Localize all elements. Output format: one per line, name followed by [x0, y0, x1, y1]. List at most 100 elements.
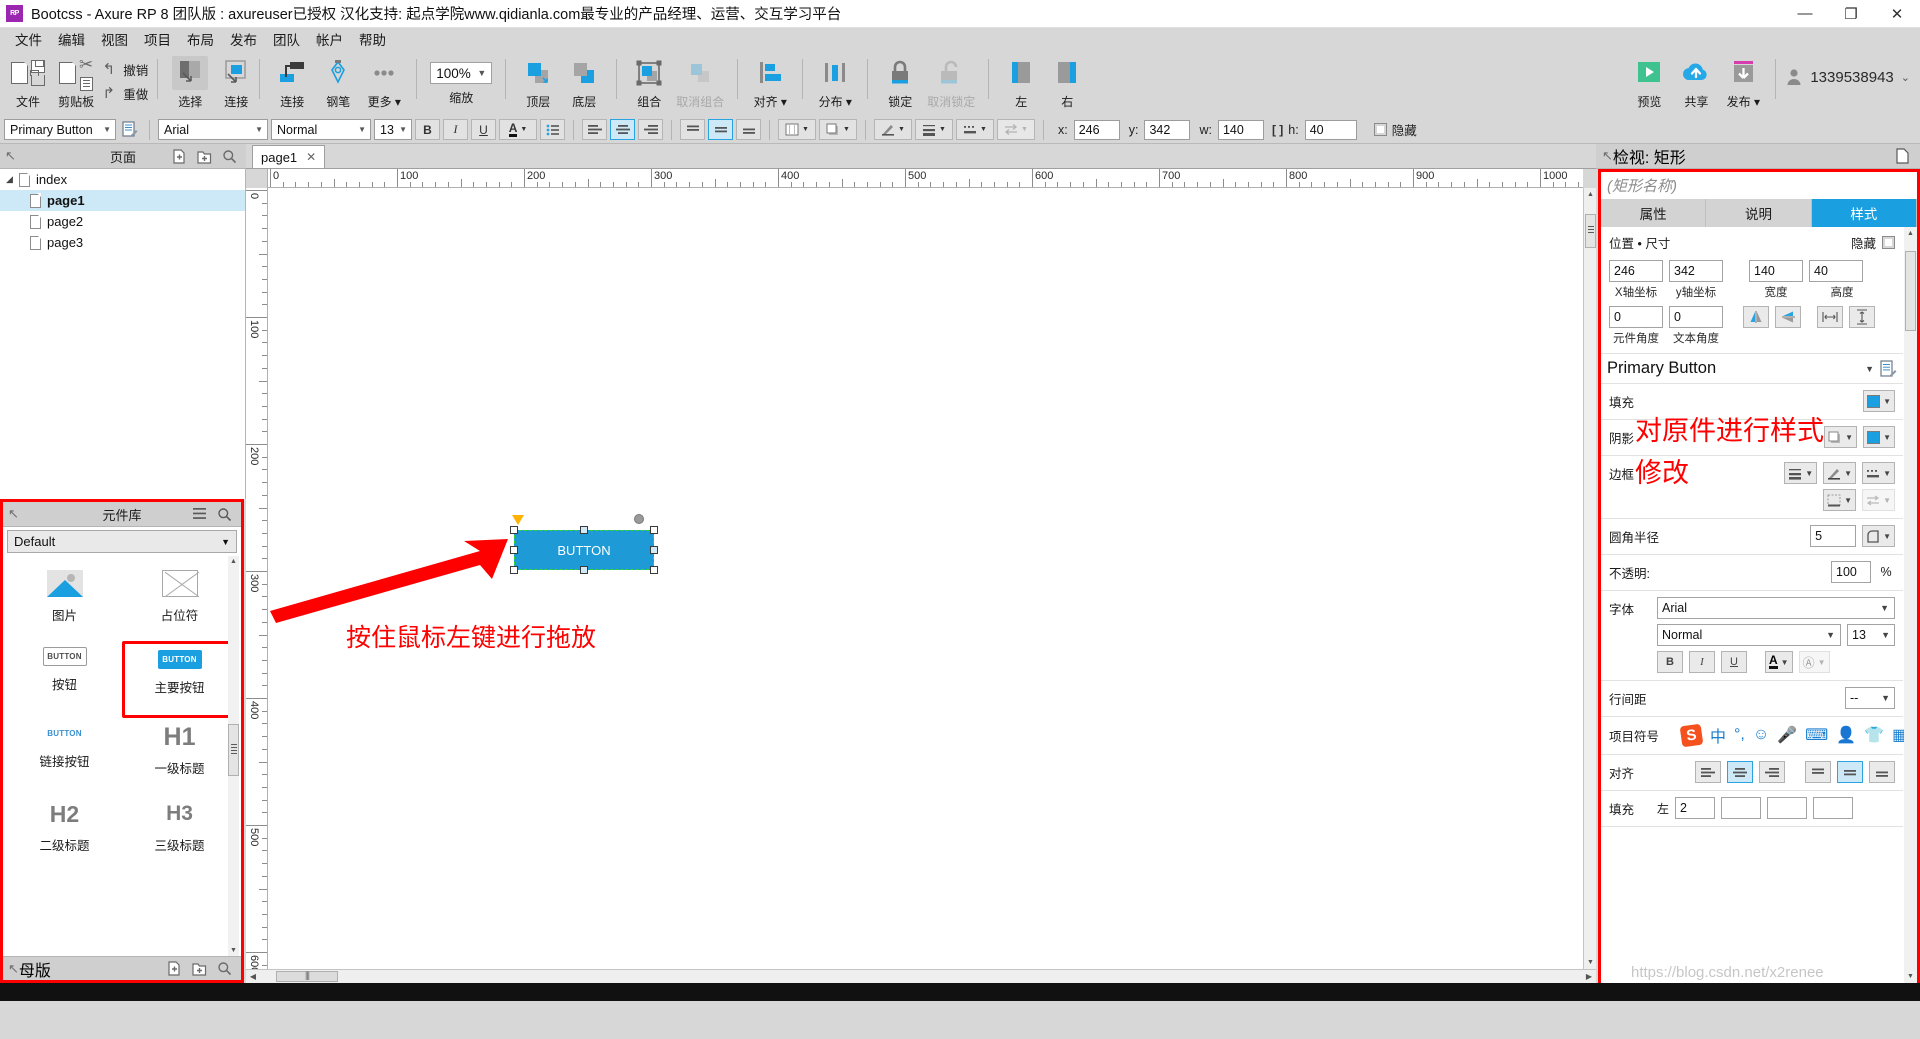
- toolbar-unlock-button[interactable]: 取消锁定: [923, 53, 979, 110]
- maximize-button[interactable]: ❐: [1828, 0, 1874, 27]
- search-icon[interactable]: [217, 961, 232, 976]
- align-left-button[interactable]: [582, 119, 607, 140]
- bold-button[interactable]: B: [1657, 651, 1683, 673]
- border-arrows-picker[interactable]: ▼: [1862, 489, 1895, 511]
- close-button[interactable]: ✕: [1874, 0, 1920, 27]
- widget-item-button[interactable]: BUTTON 按钮: [7, 641, 122, 718]
- widget-scrollbar[interactable]: ▲ ▼: [228, 556, 239, 956]
- scroll-down-icon[interactable]: ▼: [230, 947, 237, 954]
- toolbar-send-back[interactable]: 底层: [561, 53, 607, 110]
- canvas-vertical-scrollbar[interactable]: ▲ ▼: [1583, 188, 1596, 969]
- ime-skin-icon[interactable]: 👕: [1864, 725, 1884, 745]
- hamburger-icon[interactable]: [192, 507, 207, 520]
- line-spacing-select[interactable]: -- ▼: [1845, 687, 1895, 709]
- border-color-picker[interactable]: ▼: [1823, 462, 1857, 484]
- border-sides-picker[interactable]: ▼: [1823, 489, 1857, 511]
- valign-top-button[interactable]: [680, 119, 705, 140]
- align-center-button[interactable]: [1727, 761, 1753, 783]
- widget-scrollbar-thumb[interactable]: [228, 724, 239, 776]
- toolbar-right-panel-toggle[interactable]: 右: [1044, 53, 1090, 110]
- resize-handle-n[interactable]: [580, 526, 588, 534]
- collapse-panel-icon[interactable]: ↖: [8, 506, 19, 522]
- tab-style[interactable]: 样式: [1811, 199, 1917, 227]
- selected-button-widget[interactable]: BUTTON: [514, 530, 654, 570]
- widget-item-image[interactable]: 图片: [7, 564, 122, 641]
- lock-ratio-icon[interactable]: [ ]: [1272, 123, 1283, 137]
- font-weight-select[interactable]: Normal ▼: [271, 119, 371, 140]
- flip-horizontal-icon[interactable]: [1743, 306, 1769, 328]
- add-master-folder-icon[interactable]: [192, 961, 207, 976]
- border-style-picker[interactable]: ▼: [1862, 462, 1895, 484]
- resize-handle-sw[interactable]: [510, 566, 518, 574]
- font-weight-select[interactable]: Normal ▼: [1657, 624, 1841, 646]
- hidden-checkbox-group[interactable]: 隐藏: [1373, 120, 1417, 139]
- toolbar-ungroup-button[interactable]: 取消组合: [672, 53, 728, 110]
- collapse-panel-icon[interactable]: ↖: [1602, 148, 1613, 164]
- toolbar-more-menu[interactable]: 更多 ▾: [361, 53, 407, 110]
- resize-handle-nw[interactable]: [510, 526, 518, 534]
- toolbar-select-tool[interactable]: 选择: [167, 53, 213, 110]
- sogou-logo-icon[interactable]: S: [1679, 723, 1704, 747]
- text-rotation-input[interactable]: 0: [1669, 306, 1723, 328]
- underline-button[interactable]: U: [1721, 651, 1747, 673]
- design-canvas[interactable]: BUTTON 按住鼠标左键进行拖放: [268, 188, 1583, 969]
- align-right-button[interactable]: [1759, 761, 1785, 783]
- resize-handle-ne[interactable]: [650, 526, 658, 534]
- search-icon[interactable]: [222, 149, 237, 164]
- note-icon[interactable]: [1895, 148, 1910, 164]
- ime-chinese-icon[interactable]: 中: [1710, 723, 1726, 747]
- tree-row-page3[interactable]: page3: [0, 232, 245, 253]
- ime-keyboard-icon[interactable]: ⌨: [1805, 725, 1828, 745]
- fit-height-icon[interactable]: [1849, 306, 1875, 328]
- outer-shadow-picker[interactable]: ▼: [1824, 426, 1858, 448]
- canvas-horizontal-scrollbar[interactable]: ◀ ▶: [246, 969, 1596, 983]
- height-input[interactable]: 40: [1809, 260, 1863, 282]
- menu-item-team[interactable]: 团队: [266, 27, 307, 51]
- widget-style-select[interactable]: Primary Button ▼: [4, 119, 116, 140]
- shadow-button[interactable]: ▼: [819, 119, 857, 140]
- scroll-up-icon[interactable]: ▲: [230, 558, 237, 565]
- canvas-vscroll-thumb[interactable]: [1585, 214, 1596, 248]
- valign-top-button[interactable]: [1805, 761, 1831, 783]
- font-family-select[interactable]: Arial ▼: [158, 119, 268, 140]
- tab-properties[interactable]: 属性: [1601, 199, 1707, 227]
- scroll-right-icon[interactable]: ▶: [1582, 972, 1596, 981]
- toolbar-file-group[interactable]: 文件: [4, 53, 52, 110]
- italic-button[interactable]: I: [1689, 651, 1715, 673]
- scroll-left-icon[interactable]: ◀: [246, 972, 260, 981]
- widget-item-placeholder[interactable]: 占位符: [122, 564, 237, 641]
- edit-style-icon[interactable]: [1880, 359, 1897, 378]
- fill-color-picker[interactable]: ▼: [1863, 390, 1895, 412]
- toolbar-zoom-group[interactable]: 100% ▼ 缩放: [426, 53, 496, 106]
- fill-color-button[interactable]: ▼: [778, 119, 816, 140]
- scroll-down-icon[interactable]: ▼: [1907, 973, 1914, 980]
- align-right-button[interactable]: [638, 119, 663, 140]
- arrow-style-button[interactable]: ▼: [997, 119, 1035, 140]
- line-color-button[interactable]: ▼: [874, 119, 912, 140]
- inspector-scrollbar-thumb[interactable]: [1905, 251, 1916, 331]
- ime-toolbar[interactable]: S 中 °, ☺ 🎤 ⌨ 👤 👕 ▦: [1679, 723, 1907, 747]
- widget-name-input[interactable]: (矩形名称): [1601, 172, 1917, 199]
- resize-handle-s[interactable]: [580, 566, 588, 574]
- style-preset-select[interactable]: Primary Button ▼: [1601, 354, 1903, 384]
- menu-item-file[interactable]: 文件: [8, 27, 49, 51]
- valign-bottom-button[interactable]: [736, 119, 761, 140]
- font-size-select[interactable]: 13 ▼: [374, 119, 412, 140]
- toolbar-connect-tool[interactable]: 连接: [213, 53, 259, 110]
- hidden-checkbox[interactable]: [1373, 123, 1387, 136]
- ime-user-icon[interactable]: 👤: [1836, 725, 1856, 745]
- edit-style-icon[interactable]: [119, 119, 141, 140]
- resize-handle-se[interactable]: [650, 566, 658, 574]
- toolbar-lock-button[interactable]: 锁定: [877, 53, 923, 110]
- toolbar-bring-front[interactable]: 顶层: [515, 53, 561, 110]
- collapse-panel-icon[interactable]: ↖: [5, 148, 16, 164]
- x-coordinate-input[interactable]: 246: [1609, 260, 1663, 282]
- resize-handle-w[interactable]: [510, 546, 518, 554]
- tree-row-index[interactable]: ◢ index: [0, 169, 245, 190]
- tree-row-page1[interactable]: page1: [0, 190, 245, 211]
- toolbar-publish-button[interactable]: 发布 ▾: [1720, 53, 1766, 110]
- underline-button[interactable]: U: [471, 119, 496, 140]
- minimize-button[interactable]: —: [1782, 0, 1828, 27]
- rotate-handle[interactable]: [634, 514, 644, 524]
- close-icon[interactable]: ✕: [306, 150, 316, 164]
